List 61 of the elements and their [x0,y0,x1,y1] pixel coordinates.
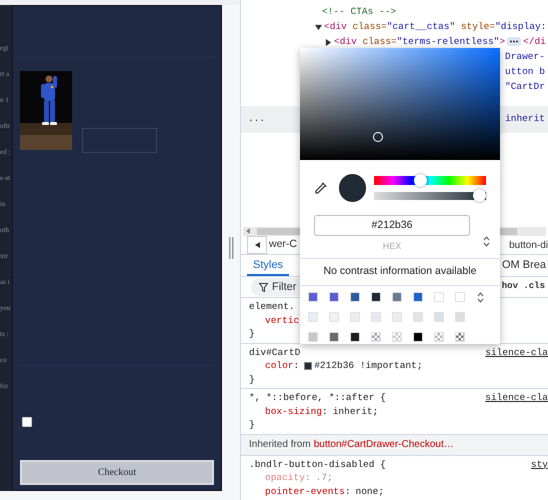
scroll-left-icon[interactable] [245,228,251,234]
hex-value: #212b36 [372,218,412,233]
code-line: utton b [505,65,545,80]
terms-checkbox[interactable] [22,417,32,427]
closing-brace: } [249,327,255,340]
breadcrumb-item[interactable]: button-di [509,238,548,253]
panel-tab[interactable]: Styles [247,255,289,276]
inherited-link[interactable]: button#CartDrawer-Checkout… [314,437,454,452]
color-gradient-area[interactable] [300,48,500,160]
rule-source-link[interactable]: sty [530,458,548,471]
closing-brace: } [249,418,255,432]
filter-icon [259,282,268,292]
checkout-button[interactable]: Checkout [20,460,214,485]
rule-selector: element. [249,300,295,314]
code-line: "CartDr [505,80,545,94]
rule-selector: div#CartD [249,346,300,359]
code-line: <div class="cart__ctas" style="display: [324,20,546,34]
colon-separator: : [304,471,311,484]
format-label: HEX [382,240,402,254]
resize-handle-icon[interactable] [228,237,234,259]
inherited-label: Inherited from [249,438,311,452]
style-toggles[interactable]: hov .cls [502,280,545,294]
css-value: .7; [316,471,333,484]
css-value: inherit; [332,404,378,418]
collapsed-triangle-icon[interactable] [325,39,332,46]
quantity-field[interactable] [82,128,157,153]
rule-source-link[interactable]: silence-cla [485,391,548,404]
code-line: Drawer- [505,50,545,64]
css-property: box-sizing [265,404,322,418]
inherit-text: inherit [505,112,545,126]
color-swatch[interactable] [304,362,312,370]
stepper-icon[interactable] [483,236,490,246]
alpha-slider[interactable] [374,189,486,202]
hue-slider[interactable] [374,174,486,187]
breadcrumb-back-button[interactable] [247,236,267,254]
expanded-triangle-icon[interactable] [315,24,322,31]
css-property: opacity [265,471,305,484]
colon-separator: : [322,404,328,418]
css-value: none; [356,484,384,498]
left-caret-icon [254,242,260,248]
css-property: vertic [265,314,300,327]
stepper-icon[interactable] [477,292,484,303]
code-line: <!-- CTAs --> [322,5,396,20]
closing-brace: } [249,372,255,386]
hex-input-field[interactable]: #212b36 [314,215,470,236]
css-value: #212b36 !important; [314,359,423,372]
code-line: <div class="terms-relentless"> </di [334,35,546,50]
panel-tab[interactable]: OM Brea [502,255,548,276]
rule-selector: .bndlr-button-disabled { [249,458,386,471]
rule-source-link[interactable]: silence-cla [485,346,548,359]
breadcrumb-item[interactable]: wer-C [269,237,297,253]
colon-separator: : [344,484,351,498]
gradient-cursor[interactable] [373,132,383,142]
rule-selector: *, *::before, *::after { [249,391,386,404]
eyedropper-icon[interactable] [314,182,327,194]
ellipsis-text: ... [248,112,266,126]
colon-separator: : [294,359,300,372]
contrast-message: No contrast information available [324,264,476,280]
css-property: pointer-events [265,484,345,498]
ellipsis-badge[interactable] [507,37,522,46]
css-property: color [265,359,294,372]
